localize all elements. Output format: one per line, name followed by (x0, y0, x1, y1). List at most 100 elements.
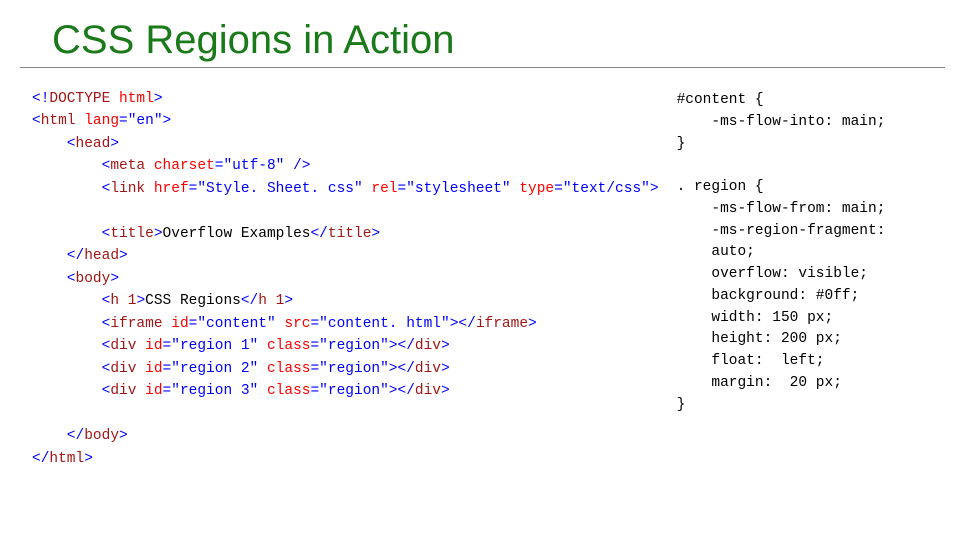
code-token: CSS Regions (145, 293, 241, 309)
code-token: iframe (476, 316, 528, 332)
code-token: title (110, 226, 154, 242)
code-token: ="en"> (119, 113, 171, 129)
code-token: charset (154, 158, 215, 174)
code-token: < (32, 293, 110, 309)
code-line: auto; (677, 244, 755, 260)
code-token: </ (32, 248, 84, 264)
code-token: DOCTYPE (49, 91, 110, 107)
code-token: > (441, 383, 450, 399)
code-line: -ms-flow-into: main; (677, 114, 886, 130)
code-line: overflow: visible; (677, 266, 868, 282)
code-line: margin: 20 px; (677, 375, 842, 391)
code-token: ="content" (189, 316, 285, 332)
code-token: < (32, 226, 110, 242)
code-token: div (110, 361, 136, 377)
code-token: title (328, 226, 372, 242)
slide-title: CSS Regions in Action (20, 0, 945, 68)
code-token: > (371, 226, 380, 242)
code-token: > (154, 91, 163, 107)
code-line: } (677, 397, 686, 413)
code-token (163, 316, 172, 332)
code-token: rel (371, 181, 397, 197)
code-token: link (110, 181, 145, 197)
code-token: > (119, 428, 128, 444)
code-token (145, 181, 154, 197)
code-token: meta (110, 158, 145, 174)
code-line: #content { (677, 92, 764, 108)
code-token: html (49, 451, 84, 467)
code-token: ="region 1" (163, 338, 267, 354)
code-token: iframe (110, 316, 162, 332)
code-token: type (519, 181, 554, 197)
code-token: head (84, 248, 119, 264)
code-token: </ (241, 293, 258, 309)
code-token: h 1 (258, 293, 284, 309)
code-token: href (154, 181, 189, 197)
code-token: </ (32, 451, 49, 467)
code-token: > (110, 271, 119, 287)
code-token: </ (32, 428, 84, 444)
code-token: < (32, 181, 110, 197)
code-token: ="content. html"></ (310, 316, 475, 332)
code-token: </ (310, 226, 327, 242)
code-token: id (171, 316, 188, 332)
code-token: < (32, 271, 76, 287)
code-token: head (76, 136, 111, 152)
code-token: html (119, 91, 154, 107)
code-token: > (441, 361, 450, 377)
code-token: > (84, 451, 93, 467)
code-token (136, 383, 145, 399)
code-token: ="region"></ (310, 361, 414, 377)
code-token: > (136, 293, 145, 309)
code-token (136, 338, 145, 354)
code-line: background: #0ff; (677, 288, 860, 304)
code-token: <! (32, 91, 49, 107)
code-token: < (32, 316, 110, 332)
code-line: height: 200 px; (677, 331, 842, 347)
code-token (110, 91, 119, 107)
code-token: < (32, 361, 110, 377)
code-token: ="utf-8" /> (215, 158, 311, 174)
code-token: Overflow Examples (163, 226, 311, 242)
code-token: html (41, 113, 76, 129)
code-token: > (284, 293, 293, 309)
content-area: <!DOCTYPE html> <html lang="en"> <head> … (0, 68, 979, 470)
code-token: > (154, 226, 163, 242)
code-token: div (415, 383, 441, 399)
html-code-block: <!DOCTYPE html> <html lang="en"> <head> … (32, 88, 659, 470)
code-token: ="region 2" (163, 361, 267, 377)
code-token: class (267, 338, 311, 354)
code-line: -ms-region-fragment: (677, 223, 886, 239)
code-token: > (119, 248, 128, 264)
code-token: ="region"></ (310, 383, 414, 399)
code-token: div (415, 361, 441, 377)
code-line: float: left; (677, 353, 825, 369)
code-token: lang (84, 113, 119, 129)
code-token: class (267, 361, 311, 377)
code-token: id (145, 338, 162, 354)
code-token: body (76, 271, 111, 287)
code-token (76, 113, 85, 129)
code-token: ="region 3" (163, 383, 267, 399)
code-token: ="text/css"> (554, 181, 658, 197)
code-line: } (677, 136, 686, 152)
code-token: < (32, 158, 110, 174)
code-token: div (110, 338, 136, 354)
code-token: < (32, 113, 41, 129)
code-token: div (415, 338, 441, 354)
code-token: div (110, 383, 136, 399)
code-token: ="stylesheet" (398, 181, 520, 197)
code-token: h 1 (110, 293, 136, 309)
code-token: < (32, 383, 110, 399)
code-line: width: 150 px; (677, 310, 834, 326)
code-token: id (145, 383, 162, 399)
code-token: < (32, 136, 76, 152)
code-line: -ms-flow-from: main; (677, 201, 886, 217)
code-token (136, 361, 145, 377)
code-line: . region { (677, 179, 764, 195)
code-token: > (528, 316, 537, 332)
code-token: > (110, 136, 119, 152)
code-token: < (32, 338, 110, 354)
code-token (145, 158, 154, 174)
code-token: body (84, 428, 119, 444)
